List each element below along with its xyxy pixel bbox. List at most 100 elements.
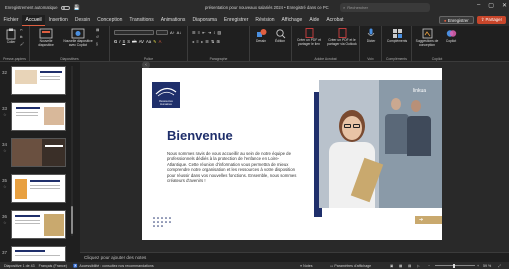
tab-insertion[interactable]: Insertion	[45, 15, 71, 26]
thumb-number: 36	[2, 214, 8, 219]
tab-accueil[interactable]: Accueil	[22, 15, 46, 26]
accessibility-status[interactable]: Accessibilité : consultez nos recommanda…	[79, 264, 153, 268]
new-slide-button[interactable]: Nouvelle diapositive	[33, 28, 59, 48]
minimize-button[interactable]: –	[477, 2, 480, 9]
layout-icon[interactable]: ▤	[96, 28, 99, 33]
bullets-icon[interactable]: ☰	[192, 30, 196, 35]
zoom-in-icon[interactable]: +	[477, 264, 479, 268]
slide-canvas: ‹ Ressources Humaines Bienvenue Nous som…	[80, 61, 509, 252]
designer-button[interactable]: Suggestions de conception	[414, 28, 440, 48]
drawing-button[interactable]: Dessin	[253, 28, 269, 44]
slide-thumbnail[interactable]	[11, 66, 66, 95]
group-voice: Dicter Voix	[360, 26, 382, 62]
editing-button[interactable]: Édition	[272, 28, 288, 44]
dictate-button[interactable]: Dicter	[363, 28, 379, 44]
create-pdf-outlook-button[interactable]: Créer un PDF et le partager via Outlook	[326, 28, 358, 47]
slide-title[interactable]: Bienvenue	[167, 128, 233, 143]
increase-indent-icon[interactable]: ⇥	[208, 30, 212, 35]
zoom-out-icon[interactable]: −	[428, 264, 430, 268]
display-settings-button[interactable]: ▭ Paramètres d'affichage	[330, 264, 371, 268]
strikethrough-icon[interactable]: ab	[132, 39, 137, 44]
search-box[interactable]: ⌕ Rechercher	[340, 3, 430, 12]
slide-sorter-icon[interactable]: ▦	[399, 264, 402, 268]
bold-icon[interactable]: G	[114, 39, 117, 44]
slide-body-text[interactable]: Nous sommes ravis de vous accueillir au …	[167, 151, 299, 183]
spacing-icon[interactable]: AV	[139, 39, 144, 44]
addins-button[interactable]: Compléments	[384, 28, 410, 44]
photo-watermark-text: linkua	[413, 88, 427, 94]
align-center-icon[interactable]: ≡	[196, 39, 198, 44]
notes-pane[interactable]: Cliquez pour ajouter des notes	[80, 252, 509, 262]
tab-diaporama[interactable]: Diaporama	[189, 15, 220, 26]
smartart-icon[interactable]: ⊞	[216, 39, 220, 44]
autosave-toggle[interactable]	[60, 5, 70, 10]
thumbnails-scrollbar[interactable]	[71, 66, 73, 236]
numbering-icon[interactable]: ≡	[198, 30, 200, 35]
paste-button[interactable]: Coller	[4, 28, 18, 45]
maximize-button[interactable]: ▢	[488, 2, 494, 9]
logo: Ressources Humaines	[152, 82, 180, 108]
tab-fichier[interactable]: Fichier	[0, 15, 22, 26]
normal-view-icon[interactable]: ▣	[390, 264, 393, 268]
slide[interactable]: Ressources Humaines Bienvenue Nous somme…	[142, 68, 442, 240]
search-icon: ⌕	[343, 5, 346, 10]
copy-icon[interactable]: ⧉	[20, 35, 22, 40]
grow-font-icon[interactable]: A↑	[170, 30, 175, 35]
italic-icon[interactable]: I	[119, 39, 120, 44]
close-button[interactable]: ✕	[502, 2, 507, 9]
font-size-select[interactable]	[156, 29, 168, 35]
editing-label: Édition	[274, 39, 286, 43]
tab-dessin[interactable]: Dessin	[71, 15, 93, 26]
format-painter-icon[interactable]: 🖌	[20, 42, 24, 47]
underline-icon[interactable]: S	[122, 39, 125, 44]
align-right-icon[interactable]: ⫸	[201, 39, 203, 44]
tab-conception[interactable]: Conception	[94, 15, 126, 26]
tab-animations[interactable]: Animations	[157, 15, 189, 26]
copilot-button[interactable]: Copilot	[442, 28, 460, 44]
tab-affichage[interactable]: Affichage	[278, 15, 306, 26]
share-button[interactable]: ⇪ Partager	[476, 16, 506, 24]
slide-thumbnail[interactable]	[11, 138, 66, 167]
ribbon: Coller ✂ ⧉ 🖌 Presse-papiers Nouvelle dia…	[0, 26, 509, 62]
scrollbar-thumb[interactable]	[71, 206, 73, 234]
notes-toggle[interactable]: ≡ Notes	[300, 264, 313, 268]
font-color-icon[interactable]: A	[159, 39, 162, 44]
decrease-indent-icon[interactable]: ⇤	[202, 30, 206, 35]
text-direction-icon[interactable]: ⇅	[211, 39, 215, 44]
slide-thumbnail[interactable]	[11, 102, 66, 131]
zoom-level[interactable]: 59 %	[483, 264, 491, 268]
reading-view-icon[interactable]: ▤	[408, 264, 411, 268]
language-status[interactable]: Français (France)	[39, 264, 67, 268]
font-family-select[interactable]	[114, 29, 154, 35]
shadow-icon[interactable]: S	[127, 39, 130, 44]
record-button[interactable]: ● Enregistrer	[438, 16, 474, 24]
new-slide-copilot-button[interactable]: Nouvelle diapositive avec Copilot	[63, 28, 93, 48]
fit-to-window-icon[interactable]: ⤢	[498, 264, 501, 268]
slide-thumbnail[interactable]	[11, 210, 66, 239]
columns-icon[interactable]: ▥	[217, 30, 221, 35]
slide-thumbnail[interactable]	[11, 174, 66, 203]
tab-enregistrer[interactable]: Enregistrer	[220, 15, 251, 26]
pdf-icon	[305, 28, 313, 38]
slide-thumbnail[interactable]	[11, 246, 66, 262]
justify-icon[interactable]: ☰	[205, 39, 209, 44]
reset-icon[interactable]: ↺	[96, 35, 99, 40]
section-icon[interactable]: §	[96, 42, 98, 47]
save-icon[interactable]: 💾	[74, 5, 80, 11]
tab-revision[interactable]: Révision	[252, 15, 278, 26]
tab-acrobat[interactable]: Acrobat	[323, 15, 347, 26]
tab-aide[interactable]: Aide	[306, 15, 323, 26]
align-left-icon[interactable]: ⫷	[192, 39, 194, 44]
highlight-icon[interactable]: ✎	[153, 39, 157, 44]
welcome-photo[interactable]: linkua	[319, 80, 442, 208]
slideshow-icon[interactable]: ▷	[417, 264, 420, 268]
zoom-slider-handle[interactable]	[453, 263, 455, 268]
cut-icon[interactable]: ✂	[20, 28, 23, 33]
pdf-mail-icon	[338, 28, 346, 38]
shrink-font-icon[interactable]: A↓	[177, 30, 182, 35]
zoom-slider[interactable]	[435, 263, 475, 268]
tab-transitions[interactable]: Transitions	[126, 15, 157, 26]
line-spacing-icon[interactable]: ↕	[213, 30, 215, 35]
create-pdf-share-button[interactable]: Créer un PDF et partager le lien	[294, 28, 324, 47]
case-icon[interactable]: Aa	[146, 39, 151, 44]
